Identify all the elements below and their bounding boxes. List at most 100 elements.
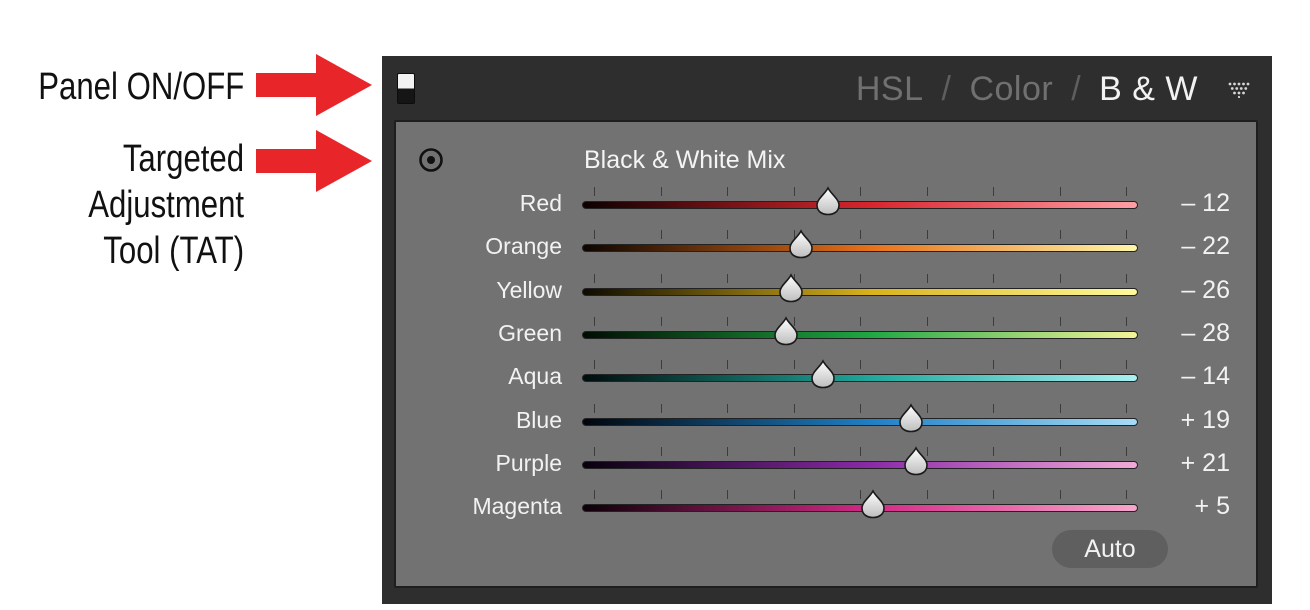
slider-track[interactable] bbox=[582, 244, 1138, 253]
slider-tick bbox=[1059, 403, 1061, 413]
tab-hsl[interactable]: HSL bbox=[856, 70, 924, 109]
slider-tick bbox=[660, 187, 662, 196]
panel-on-off-switch[interactable] bbox=[397, 73, 415, 104]
slider-tick bbox=[594, 187, 595, 196]
slider-thumb[interactable] bbox=[772, 316, 800, 346]
slider-tick bbox=[993, 316, 994, 326]
bw-panel: HSL / Color / B & W Black & White Mix Red – 1… bbox=[382, 56, 1272, 604]
slider-track[interactable] bbox=[582, 417, 1138, 426]
slider-tick bbox=[926, 360, 928, 370]
slider-tick bbox=[860, 187, 861, 196]
slider-thumb[interactable] bbox=[814, 186, 842, 216]
slider-track[interactable] bbox=[582, 374, 1138, 383]
slider-tick bbox=[1126, 273, 1127, 283]
slider-tick bbox=[594, 316, 595, 326]
slider-tick bbox=[727, 230, 728, 240]
tab-separator: / bbox=[1071, 70, 1082, 108]
slider-tick bbox=[727, 490, 728, 500]
slider-tick bbox=[594, 360, 595, 370]
slider-row-purple: Purple + 21 bbox=[396, 446, 1256, 486]
slider-tick bbox=[727, 360, 728, 370]
slider-tick bbox=[860, 446, 861, 456]
slider-tick bbox=[660, 230, 662, 240]
tab-color[interactable]: Color bbox=[969, 70, 1053, 109]
slider-value[interactable]: + 19 bbox=[1181, 406, 1230, 435]
slider-tick bbox=[926, 230, 928, 240]
slider-tick bbox=[926, 273, 928, 283]
slider-ticks bbox=[594, 187, 1127, 197]
slider-ticks bbox=[594, 360, 1127, 370]
slider-ticks bbox=[594, 230, 1127, 240]
tab-separator: / bbox=[941, 70, 952, 108]
slider-tick bbox=[727, 403, 728, 413]
slider-tick bbox=[1126, 490, 1127, 500]
slider-value[interactable]: – 22 bbox=[1181, 232, 1230, 261]
slider-tick bbox=[727, 273, 728, 283]
slider-thumb[interactable] bbox=[809, 359, 837, 389]
slider-tick bbox=[993, 273, 994, 283]
slider-row-yellow: Yellow – 26 bbox=[396, 272, 1256, 313]
slider-value[interactable]: – 28 bbox=[1181, 319, 1230, 348]
slider-tick bbox=[1126, 446, 1127, 456]
slider-row-orange: Orange – 22 bbox=[396, 229, 1256, 269]
slider-tick bbox=[793, 403, 795, 413]
slider-tick bbox=[926, 490, 928, 500]
slider-track[interactable] bbox=[582, 460, 1138, 469]
callout-panel-toggle: Panel ON/OFF bbox=[37, 66, 244, 108]
slider-tick bbox=[1059, 490, 1061, 500]
slider-track[interactable] bbox=[582, 201, 1138, 209]
slider-row-aqua: Aqua – 14 bbox=[396, 359, 1256, 399]
slider-tick bbox=[1126, 187, 1127, 196]
screenshot: Panel ON/OFF Targeted Adjustment Tool (T… bbox=[0, 0, 1310, 610]
slider-tick bbox=[860, 273, 861, 283]
slider-tick bbox=[793, 187, 795, 196]
slider-thumb[interactable] bbox=[897, 402, 925, 433]
slider-ticks bbox=[594, 273, 1127, 284]
slider-tick bbox=[993, 446, 994, 456]
slider-tick bbox=[594, 490, 595, 500]
panel-collapse-triangle-icon[interactable] bbox=[1228, 82, 1250, 98]
slider-tick bbox=[594, 230, 595, 240]
slider-row-green: Green – 28 bbox=[396, 316, 1256, 356]
slider-track[interactable] bbox=[582, 330, 1138, 339]
auto-button[interactable]: Auto bbox=[1052, 530, 1168, 568]
slider-label: Magenta bbox=[472, 493, 562, 520]
slider-label: Aqua bbox=[508, 363, 562, 390]
slider-tick bbox=[1059, 316, 1061, 326]
slider-thumb[interactable] bbox=[787, 229, 815, 259]
slider-tick bbox=[860, 360, 861, 370]
slider-value[interactable]: + 21 bbox=[1181, 449, 1230, 478]
slider-tick bbox=[993, 490, 994, 500]
slider-tick bbox=[660, 273, 662, 283]
slider-ticks bbox=[594, 446, 1127, 457]
callout-tat: Targeted Adjustment Tool (TAT) bbox=[88, 136, 244, 274]
slider-thumb[interactable] bbox=[902, 446, 930, 476]
slider-tick bbox=[1059, 273, 1061, 283]
slider-label: Yellow bbox=[496, 276, 562, 303]
slider-value[interactable]: – 26 bbox=[1181, 276, 1230, 305]
slider-tick bbox=[1059, 187, 1061, 196]
slider-label: Blue bbox=[515, 406, 562, 433]
callout-arrow-panel-icon bbox=[256, 54, 372, 116]
slider-tick bbox=[926, 316, 928, 326]
slider-value[interactable]: + 5 bbox=[1195, 492, 1230, 521]
slider-ticks bbox=[594, 316, 1127, 327]
slider-tick bbox=[1126, 230, 1127, 240]
slider-label: Purple bbox=[495, 449, 562, 476]
slider-tick bbox=[793, 360, 795, 370]
slider-row-magenta: Magenta + 5 bbox=[396, 489, 1256, 529]
slider-thumb[interactable] bbox=[777, 272, 805, 303]
slider-tick bbox=[860, 316, 861, 326]
slider-tick bbox=[660, 316, 662, 326]
slider-value[interactable]: – 12 bbox=[1181, 189, 1230, 218]
tab-bw[interactable]: B & W bbox=[1099, 70, 1198, 109]
slider-tick bbox=[1059, 446, 1061, 456]
slider-track[interactable] bbox=[582, 287, 1138, 296]
targeted-adjustment-tool-icon[interactable] bbox=[418, 147, 444, 173]
slider-tick bbox=[860, 230, 861, 240]
slider-thumb[interactable] bbox=[859, 489, 887, 519]
slider-tick bbox=[1126, 316, 1127, 326]
slider-value[interactable]: – 14 bbox=[1181, 362, 1230, 391]
slider-label: Orange bbox=[485, 233, 562, 260]
slider-tick bbox=[860, 403, 861, 413]
